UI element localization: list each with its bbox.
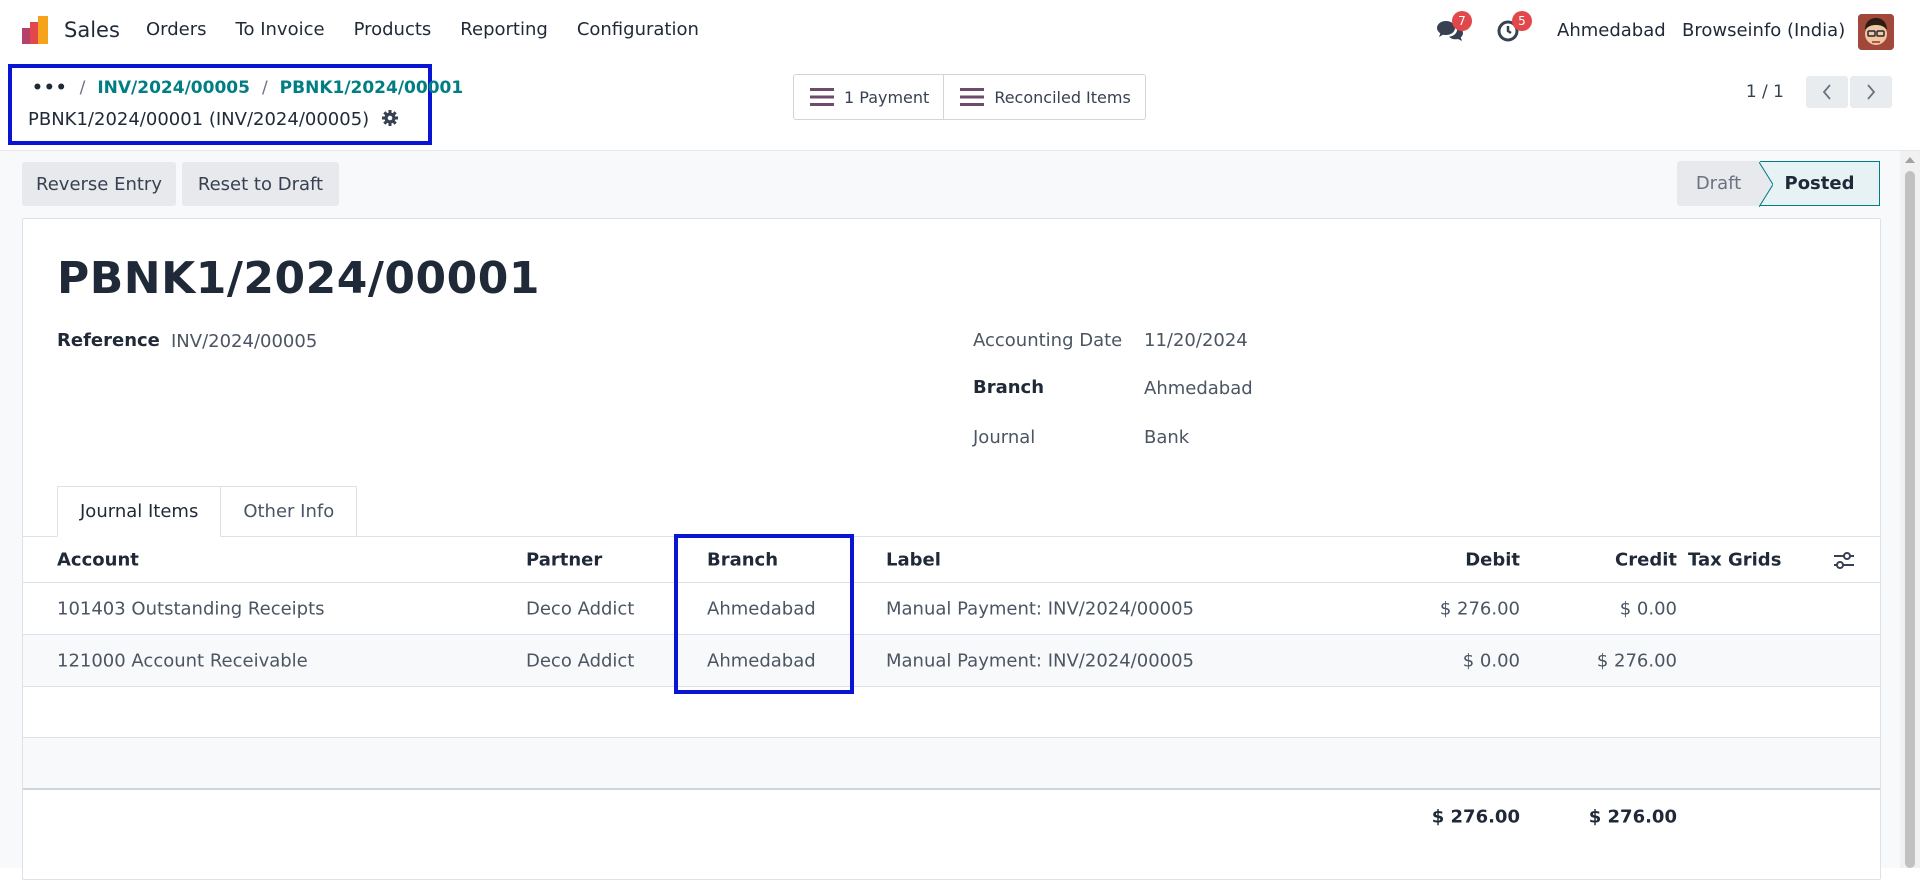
reconciled-items-button[interactable]: Reconciled Items bbox=[943, 75, 1145, 119]
breadcrumb: ••• / INV/2024/00005 / PBNK1/2024/00001 bbox=[32, 78, 463, 98]
cell-account: 101403 Outstanding Receipts bbox=[57, 598, 325, 619]
company-switcher[interactable]: Browseinfo (India) bbox=[1682, 20, 1845, 41]
empty-row bbox=[23, 738, 1880, 790]
pager: 1 / 1 bbox=[1746, 76, 1892, 108]
messages-badge: 7 bbox=[1452, 11, 1472, 31]
menu-configuration[interactable]: Configuration bbox=[577, 19, 699, 40]
app-name[interactable]: Sales bbox=[64, 18, 120, 42]
record-title: PBNK1/2024/00001 (INV/2024/00005) bbox=[28, 109, 399, 130]
col-tax-grids[interactable]: Tax Grids bbox=[1688, 549, 1781, 570]
cell-account: 121000 Account Receivable bbox=[57, 650, 308, 671]
cell-label: Manual Payment: INV/2024/00005 bbox=[886, 650, 1195, 671]
status-arrow-icon bbox=[1759, 162, 1773, 207]
status-posted[interactable]: Posted bbox=[1759, 161, 1880, 207]
bars-icon bbox=[810, 88, 834, 106]
pager-next-button[interactable] bbox=[1850, 76, 1892, 108]
breadcrumb-highlight-box: ••• / INV/2024/00005 / PBNK1/2024/00001 … bbox=[8, 64, 463, 145]
scrollbar[interactable] bbox=[1900, 151, 1920, 868]
total-debit: $ 276.00 bbox=[1431, 806, 1520, 828]
document-title: PBNK1/2024/00001 bbox=[57, 253, 540, 304]
cell-branch: Ahmedabad bbox=[707, 598, 816, 619]
menu-products[interactable]: Products bbox=[354, 19, 432, 40]
payment-smart-button[interactable]: 1 Payment bbox=[794, 75, 943, 119]
empty-row bbox=[23, 687, 1880, 738]
status-draft[interactable]: Draft bbox=[1677, 161, 1760, 206]
table-header: Account Partner Branch Label Debit Credi… bbox=[23, 537, 1880, 583]
pager-previous-button[interactable] bbox=[1806, 76, 1848, 108]
col-label[interactable]: Label bbox=[886, 549, 941, 570]
branch-label: Branch bbox=[973, 377, 1045, 398]
avatar-face-icon bbox=[1858, 14, 1894, 50]
reset-to-draft-button[interactable]: Reset to Draft bbox=[182, 162, 339, 206]
journal-field[interactable]: Bank bbox=[1144, 427, 1189, 448]
cell-partner: Deco Addict bbox=[526, 598, 635, 619]
cell-label: Manual Payment: INV/2024/00005 bbox=[886, 598, 1195, 619]
cell-debit: $ 276.00 bbox=[1439, 598, 1520, 619]
accounting-date-label: Accounting Date bbox=[973, 330, 1123, 351]
menu-to-invoice[interactable]: To Invoice bbox=[236, 19, 325, 40]
status-bar: Draft Posted bbox=[1677, 161, 1880, 207]
table-row[interactable]: 101403 Outstanding Receipts Deco Addict … bbox=[23, 583, 1880, 635]
reference-label: Reference bbox=[57, 330, 160, 351]
total-credit: $ 276.00 bbox=[1588, 806, 1677, 828]
col-branch[interactable]: Branch bbox=[707, 549, 778, 570]
top-navbar: Sales Orders To Invoice Products Reporti… bbox=[0, 0, 1920, 62]
control-panel: ••• / INV/2024/00005 / PBNK1/2024/00001 … bbox=[0, 62, 1920, 151]
cell-partner: Deco Addict bbox=[526, 650, 635, 671]
menu-reporting[interactable]: Reporting bbox=[460, 19, 548, 40]
form-sheet: PBNK1/2024/00001 Reference INV/2024/0000… bbox=[22, 218, 1881, 880]
pager-value[interactable]: 1 / 1 bbox=[1746, 82, 1784, 102]
cell-credit: $ 276.00 bbox=[1596, 650, 1677, 671]
smart-buttons: 1 Payment Reconciled Items bbox=[793, 74, 1146, 120]
table-footer: $ 276.00 $ 276.00 bbox=[23, 792, 1880, 842]
branch-switcher[interactable]: Ahmedabad bbox=[1557, 20, 1666, 41]
chevron-right-icon bbox=[1867, 84, 1876, 100]
col-credit[interactable]: Credit bbox=[1615, 549, 1677, 570]
record-title-text: PBNK1/2024/00001 (INV/2024/00005) bbox=[28, 109, 370, 130]
reconciled-items-label: Reconciled Items bbox=[994, 87, 1131, 107]
journal-label: Journal bbox=[973, 427, 1036, 448]
activities-button[interactable]: 5 bbox=[1496, 11, 1532, 44]
breadcrumb-more-button[interactable]: ••• bbox=[32, 78, 68, 98]
scroll-up-arrow[interactable] bbox=[1905, 157, 1915, 163]
payment-smart-button-label: 1 Payment bbox=[844, 87, 930, 107]
status-posted-label: Posted bbox=[1784, 173, 1855, 194]
accounting-date-field[interactable]: 11/20/2024 bbox=[1144, 330, 1248, 351]
main-menu: Orders To Invoice Products Reporting Con… bbox=[146, 19, 728, 40]
breadcrumb-item-payment[interactable]: PBNK1/2024/00001 bbox=[280, 78, 464, 98]
chevron-left-icon bbox=[1822, 84, 1831, 100]
sales-app-logo[interactable] bbox=[20, 14, 52, 46]
col-account[interactable]: Account bbox=[57, 549, 139, 570]
cell-credit: $ 0.00 bbox=[1619, 598, 1677, 619]
cell-debit: $ 0.00 bbox=[1462, 650, 1520, 671]
menu-orders[interactable]: Orders bbox=[146, 19, 207, 40]
reference-field[interactable]: INV/2024/00005 bbox=[171, 331, 317, 352]
messages-button[interactable]: 7 bbox=[1436, 11, 1472, 44]
breadcrumb-separator: / bbox=[261, 78, 268, 98]
reverse-entry-button[interactable]: Reverse Entry bbox=[22, 162, 176, 206]
breadcrumb-separator: / bbox=[79, 78, 86, 98]
tab-journal-items[interactable]: Journal Items bbox=[57, 486, 222, 537]
col-debit[interactable]: Debit bbox=[1465, 549, 1520, 570]
col-partner[interactable]: Partner bbox=[526, 549, 602, 570]
table-row[interactable]: 121000 Account Receivable Deco Addict Ah… bbox=[23, 635, 1880, 687]
user-avatar[interactable] bbox=[1858, 14, 1894, 50]
bars-icon bbox=[960, 88, 985, 106]
optional-columns-icon[interactable] bbox=[1833, 552, 1855, 570]
tab-other-info[interactable]: Other Info bbox=[221, 486, 358, 537]
branch-field[interactable]: Ahmedabad bbox=[1144, 378, 1253, 399]
breadcrumb-item-invoice[interactable]: INV/2024/00005 bbox=[97, 78, 250, 98]
notebook-tabs: Journal Items Other Info bbox=[57, 486, 358, 537]
cell-branch: Ahmedabad bbox=[707, 650, 816, 671]
scroll-thumb[interactable] bbox=[1905, 171, 1915, 868]
gear-icon[interactable] bbox=[381, 109, 399, 127]
activities-badge: 5 bbox=[1512, 11, 1532, 31]
